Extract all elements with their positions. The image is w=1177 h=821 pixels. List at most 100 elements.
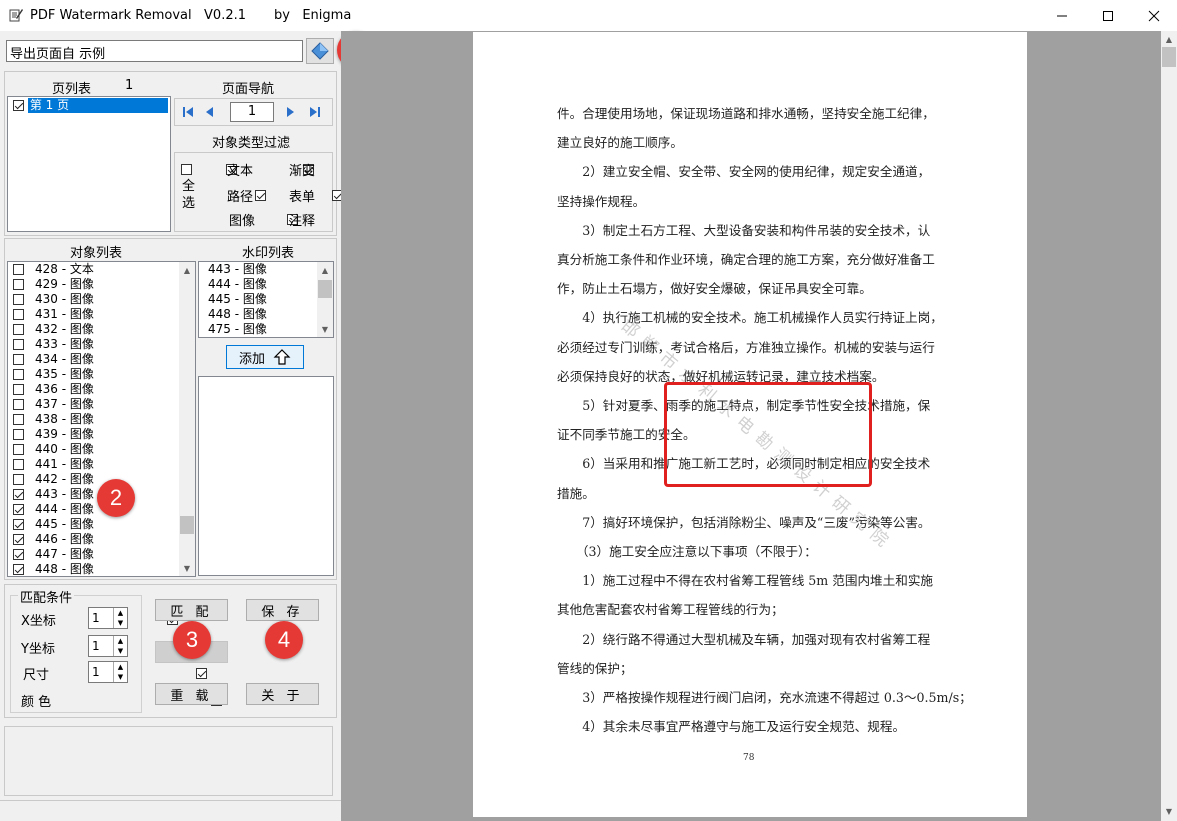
object-checkbox[interactable]: [13, 279, 24, 290]
scroll-down-icon[interactable]: ▼: [1161, 803, 1177, 819]
next-page-button[interactable]: [284, 105, 298, 122]
object-checkbox[interactable]: [13, 354, 24, 365]
object-checkbox[interactable]: [13, 564, 24, 575]
scroll-down-icon[interactable]: ▼: [179, 560, 195, 576]
object-checkbox[interactable]: [13, 414, 24, 425]
pdf-page: 件。合理使用场地，保证现场道路和排水通畅，坚持安全施工纪律， 建立良好的施工顺序。…: [473, 32, 1027, 817]
minimize-button[interactable]: [1039, 0, 1085, 31]
page-list[interactable]: 第 1 页: [7, 96, 171, 232]
table-row[interactable]: 445 - 图像: [13, 517, 195, 532]
size-value: 1: [92, 665, 100, 679]
object-checkbox[interactable]: [13, 309, 24, 320]
window-title: PDF Watermark Removal V0.2.1: [30, 8, 246, 23]
object-checkbox[interactable]: [13, 504, 24, 515]
table-row[interactable]: 430 - 图像: [13, 292, 195, 307]
prev-page-button[interactable]: [202, 105, 216, 122]
object-label: 436 - 图像: [35, 382, 94, 396]
list-item[interactable]: 444 - 图像: [208, 277, 333, 292]
object-label: 428 - 文本: [35, 262, 94, 276]
object-label: 441 - 图像: [35, 457, 94, 471]
object-checkbox[interactable]: [13, 474, 24, 485]
file-name-input[interactable]: 导出页面自 示例: [6, 40, 303, 62]
table-row[interactable]: 433 - 图像: [13, 337, 195, 352]
table-row[interactable]: 429 - 图像: [13, 277, 195, 292]
object-checkbox[interactable]: [13, 534, 24, 545]
object-checkbox[interactable]: [13, 459, 24, 470]
scroll-up-icon[interactable]: ▲: [179, 262, 195, 278]
object-checkbox[interactable]: [13, 429, 24, 440]
size-stepper[interactable]: 1 ▲ ▼: [88, 661, 128, 683]
table-row[interactable]: 446 - 图像: [13, 532, 195, 547]
open-file-button[interactable]: [306, 38, 334, 64]
match-button[interactable]: 匹 配: [155, 599, 228, 621]
list-item[interactable]: 445 - 图像: [208, 292, 333, 307]
scroll-up-icon[interactable]: ▲: [317, 262, 333, 278]
watermark-list[interactable]: 443 - 图像 444 - 图像 445 - 图像 448 - 图像 475 - 图像…: [198, 261, 334, 338]
table-row[interactable]: 448 - 图像: [13, 562, 195, 576]
scroll-down-icon[interactable]: ▼: [317, 321, 333, 337]
object-checkbox[interactable]: [13, 399, 24, 410]
document-line: 作，防止土石塌方，做好安全爆破，保证吊具安全可靠。: [557, 281, 872, 297]
list-item[interactable]: 第 1 页: [8, 98, 170, 113]
object-checkbox[interactable]: [13, 384, 24, 395]
object-checkbox[interactable]: [13, 444, 24, 455]
viewer-scrollbar[interactable]: ▲ ▼: [1161, 31, 1177, 821]
scroll-thumb[interactable]: [180, 516, 194, 534]
table-row[interactable]: 437 - 图像: [13, 397, 195, 412]
add-button[interactable]: 添加: [226, 345, 304, 369]
table-row[interactable]: 441 - 图像: [13, 457, 195, 472]
first-page-button[interactable]: [182, 105, 196, 122]
scroll-up-icon[interactable]: ▲: [1161, 31, 1177, 47]
table-row[interactable]: 440 - 图像: [13, 442, 195, 457]
table-row[interactable]: 431 - 图像: [13, 307, 195, 322]
object-checkbox[interactable]: [13, 339, 24, 350]
object-checkbox[interactable]: [13, 549, 24, 560]
select-all-checkbox[interactable]: [181, 164, 192, 175]
object-list[interactable]: 428 - 文本 429 - 图像 430 - 图像 431 - 图像 432 - 图像…: [7, 261, 196, 577]
save-button[interactable]: 保 存: [246, 599, 319, 621]
table-row[interactable]: 428 - 文本: [13, 262, 195, 277]
size-checkbox[interactable]: [196, 668, 208, 679]
object-label: 437 - 图像: [35, 397, 94, 411]
close-button[interactable]: [1131, 0, 1177, 31]
table-row[interactable]: 432 - 图像: [13, 322, 195, 337]
page-checkbox[interactable]: [13, 100, 24, 111]
object-checkbox[interactable]: [13, 264, 24, 275]
about-button[interactable]: 关 于: [246, 683, 319, 705]
reload-button[interactable]: 重 载: [155, 683, 228, 705]
x-coord-stepper[interactable]: 1 ▲ ▼: [88, 607, 128, 629]
object-checkbox[interactable]: [13, 324, 24, 335]
list-item[interactable]: 448 - 图像: [208, 307, 333, 322]
table-row[interactable]: 438 - 图像: [13, 412, 195, 427]
object-checkbox[interactable]: [13, 489, 24, 500]
list-item[interactable]: 475 - 图像: [208, 322, 333, 337]
object-checkbox[interactable]: [13, 519, 24, 530]
table-row[interactable]: 435 - 图像: [13, 367, 195, 382]
result-list[interactable]: [198, 376, 334, 576]
object-checkbox[interactable]: [13, 369, 24, 380]
scroll-thumb[interactable]: [1162, 47, 1176, 67]
last-page-button[interactable]: [308, 105, 322, 122]
scroll-thumb[interactable]: [318, 280, 332, 298]
document-line: 件。合理使用场地，保证现场道路和排水通畅，坚持安全施工纪律，: [557, 106, 935, 121]
table-row[interactable]: 447 - 图像: [13, 547, 195, 562]
object-list-header: 对象列表: [70, 246, 123, 261]
table-row[interactable]: 434 - 图像: [13, 352, 195, 367]
list-item[interactable]: 443 - 图像: [208, 262, 333, 277]
table-row[interactable]: 436 - 图像: [13, 382, 195, 397]
filter-path-checkbox[interactable]: [255, 190, 267, 201]
divider: [0, 800, 341, 801]
object-list-scrollbar[interactable]: ▲ ▼: [179, 262, 195, 576]
stepper-arrows-icon[interactable]: ▲ ▼: [113, 636, 127, 656]
object-checkbox[interactable]: [13, 294, 24, 305]
filter-path-label: 路径: [227, 190, 254, 205]
object-label: 438 - 图像: [35, 412, 94, 426]
page-number-input[interactable]: 1: [230, 102, 274, 122]
stepper-arrows-icon[interactable]: ▲ ▼: [113, 608, 127, 628]
object-label: 431 - 图像: [35, 307, 94, 321]
watermark-list-scrollbar[interactable]: ▲ ▼: [317, 262, 333, 337]
table-row[interactable]: 439 - 图像: [13, 427, 195, 442]
stepper-arrows-icon[interactable]: ▲ ▼: [113, 662, 127, 682]
y-coord-stepper[interactable]: 1 ▲ ▼: [88, 635, 128, 657]
maximize-button[interactable]: [1085, 0, 1131, 31]
